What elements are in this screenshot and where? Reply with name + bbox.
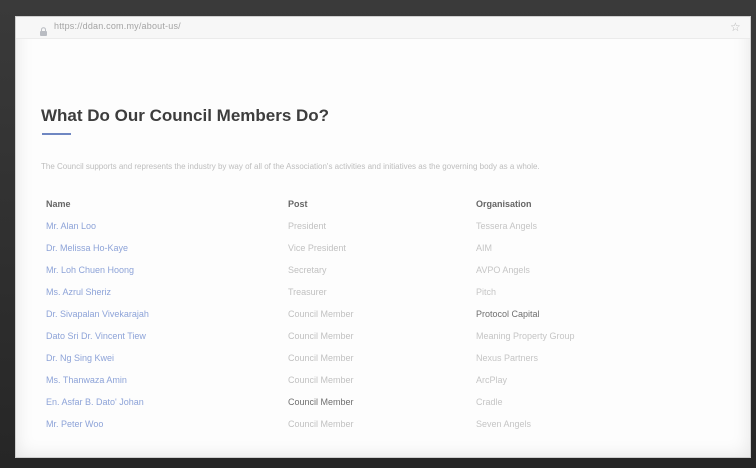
member-organisation: Cradle <box>476 397 503 407</box>
table-row: Dr. Ng Sing Kwei Council Member Nexus Pa… <box>46 347 716 369</box>
table-row: Mr. Loh Chuen Hoong Secretary AVPO Angel… <box>46 259 716 281</box>
bookmark-star-icon[interactable]: ☆ <box>730 20 741 34</box>
browser-window: https://ddan.com.my/about-us/ ☆ What Do … <box>15 16 751 458</box>
table-row: Ms. Thanwaza Amin Council Member ArcPlay <box>46 369 716 391</box>
title-underline <box>42 133 71 135</box>
table-header: Name Post Organisation <box>46 193 716 215</box>
member-organisation: Nexus Partners <box>476 353 539 363</box>
member-post: Council Member <box>288 331 354 341</box>
table-row: Dato Sri Dr. Vincent Tiew Council Member… <box>46 325 716 347</box>
member-name-link[interactable]: Mr. Loh Chuen Hoong <box>46 265 134 275</box>
member-post: President <box>288 221 327 231</box>
table-row: Mr. Peter Woo Council Member Seven Angel… <box>46 413 716 435</box>
member-organisation: Meaning Property Group <box>476 331 575 341</box>
member-post: Council Member <box>288 309 354 319</box>
member-name-link[interactable]: Ms. Azrul Sheriz <box>46 287 111 297</box>
member-name-link[interactable]: Dato Sri Dr. Vincent Tiew <box>46 331 146 341</box>
member-organisation: Protocol Capital <box>476 309 540 319</box>
page-title: What Do Our Council Members Do? <box>41 106 330 125</box>
member-organisation: Tessera Angels <box>476 221 538 231</box>
member-post: Council Member <box>288 397 354 407</box>
table-row: Dr. Melissa Ho-Kaye Vice President AIM <box>46 237 716 259</box>
table-row: Mr. Alan Loo President Tessera Angels <box>46 215 716 237</box>
member-post: Vice President <box>288 243 346 253</box>
member-organisation: ArcPlay <box>476 375 508 385</box>
member-post: Council Member <box>288 353 354 363</box>
member-organisation: Seven Angels <box>476 419 532 429</box>
header-organisation: Organisation <box>476 199 532 209</box>
member-organisation: Pitch <box>476 287 497 297</box>
member-name-link[interactable]: Dr. Sivapalan Vivekarajah <box>46 309 149 319</box>
url-text[interactable]: https://ddan.com.my/about-us/ <box>54 21 181 31</box>
header-post: Post <box>288 199 308 209</box>
member-post: Secretary <box>288 265 327 275</box>
address-bar[interactable]: https://ddan.com.my/about-us/ ☆ <box>16 17 750 39</box>
member-organisation: AIM <box>476 243 493 253</box>
member-name-link[interactable]: Mr. Peter Woo <box>46 419 103 429</box>
table-row: Ms. Azrul Sheriz Treasurer Pitch <box>46 281 716 303</box>
table-row: En. Asfar B. Dato' Johan Council Member … <box>46 391 716 413</box>
lock-icon <box>39 23 48 36</box>
header-name: Name <box>46 199 71 209</box>
intro-paragraph: The Council supports and represents the … <box>41 162 540 171</box>
member-post: Council Member <box>288 375 354 385</box>
member-name-link[interactable]: Mr. Alan Loo <box>46 221 96 231</box>
member-name-link[interactable]: Ms. Thanwaza Amin <box>46 375 127 385</box>
member-name-link[interactable]: Dr. Ng Sing Kwei <box>46 353 114 363</box>
member-name-link[interactable]: Dr. Melissa Ho-Kaye <box>46 243 128 253</box>
member-post: Treasurer <box>288 287 327 297</box>
member-name-link[interactable]: En. Asfar B. Dato' Johan <box>46 397 144 407</box>
member-post: Council Member <box>288 419 354 429</box>
table-row: Dr. Sivapalan Vivekarajah Council Member… <box>46 303 716 325</box>
council-members-table: Name Post Organisation Mr. Alan Loo Pres… <box>46 193 716 435</box>
member-organisation: AVPO Angels <box>476 265 530 275</box>
